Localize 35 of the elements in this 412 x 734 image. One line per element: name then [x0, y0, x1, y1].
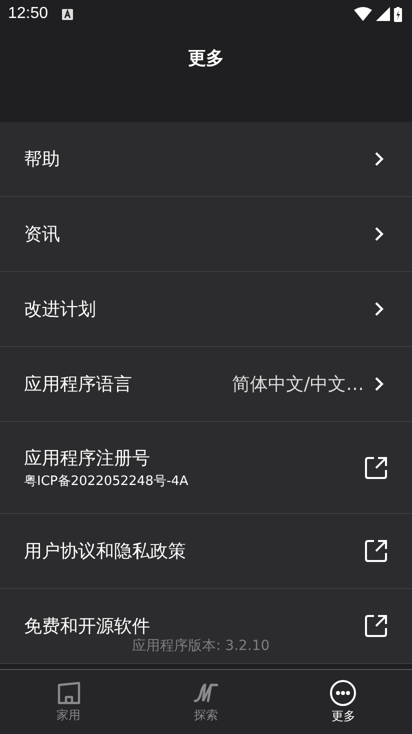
wifi-icon [354, 7, 372, 21]
chevron-icon [374, 301, 384, 317]
row-subtitle: 粤ICP备2022052248号-4A [24, 472, 190, 490]
external-link-icon [364, 456, 388, 480]
row-label: 改进计划 [24, 298, 96, 321]
chevron-icon [374, 151, 384, 167]
row-label: 用户协议和隐私政策 [24, 540, 186, 563]
page-title: 更多 [188, 47, 224, 70]
nav-tab[interactable]: 探索 [137, 670, 275, 734]
status-time: 12:50 [8, 5, 48, 23]
external-link-icon [364, 614, 388, 638]
settings-row[interactable]: 改进计划 [0, 272, 412, 347]
nav-tab[interactable]: 更多 [274, 670, 412, 734]
signal-icon [376, 7, 390, 21]
settings-row[interactable]: 资讯 [0, 197, 412, 272]
row-value: 简体中文/中文… [232, 373, 364, 396]
settings-row[interactable]: 用户协议和隐私政策 [0, 514, 412, 589]
settings-row[interactable]: 应用程序注册号 粤ICP备2022052248号-4A [0, 422, 412, 514]
chevron-icon [374, 376, 384, 392]
external-link-icon [364, 539, 388, 563]
settings-row[interactable]: 应用程序语言 简体中文/中文… [0, 347, 412, 422]
battery-icon [394, 6, 402, 22]
version-text: 应用程序版本: 3.2.10 [132, 637, 270, 655]
chevron-icon [374, 226, 384, 242]
nav-tab[interactable]: 家用 [0, 670, 138, 734]
settings-row[interactable]: 免费和开源软件 应用程序版本: 3.2.10 [0, 589, 412, 664]
row-label: 应用程序注册号 [24, 446, 150, 470]
row-label: 应用程序语言 [24, 373, 132, 396]
house-icon [56, 680, 82, 704]
notification-icon [62, 8, 74, 20]
row-label: 资讯 [24, 223, 60, 246]
more-icon [330, 680, 356, 706]
settings-row[interactable]: 帮助 [0, 122, 412, 197]
row-label: 免费和开源软件 [24, 615, 150, 638]
row-label: 帮助 [24, 148, 60, 171]
